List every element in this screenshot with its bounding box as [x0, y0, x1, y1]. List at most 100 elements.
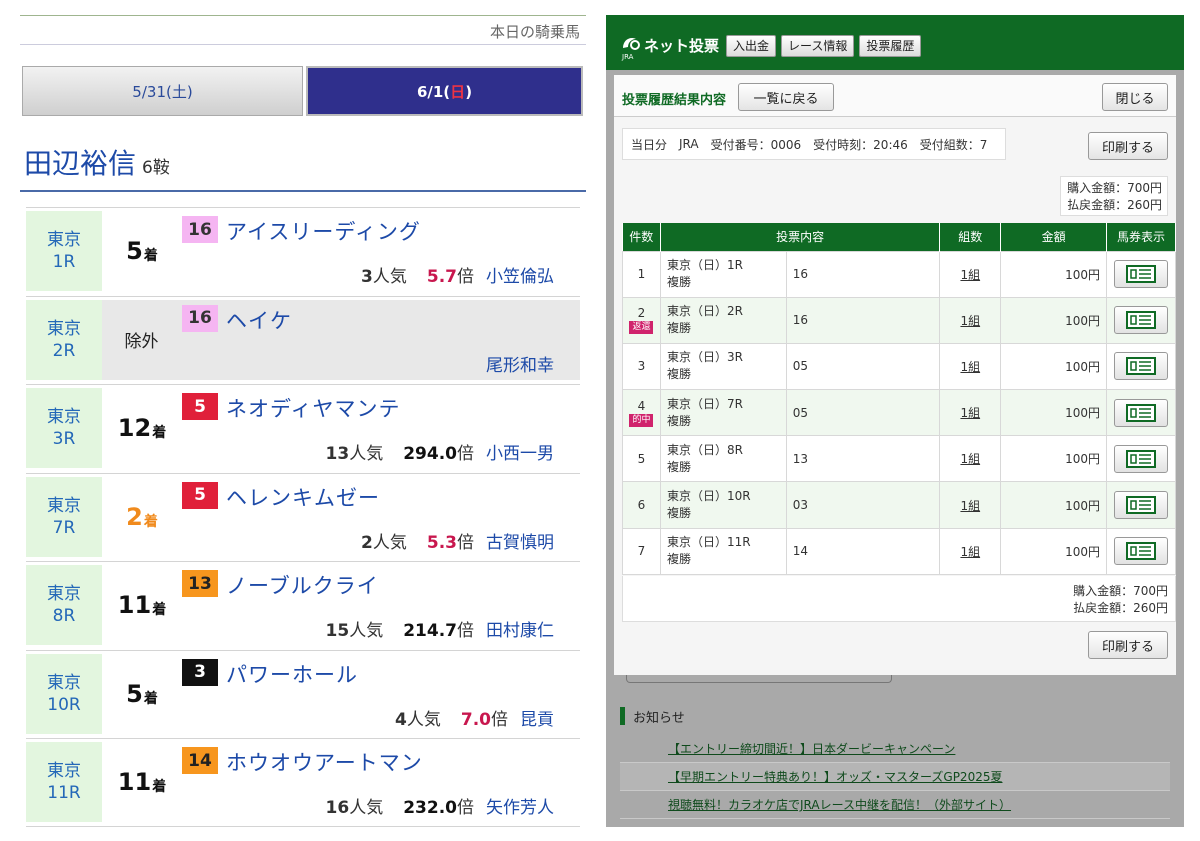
news-mark [620, 707, 625, 725]
info-day: 当日分 [631, 137, 668, 152]
popularity: 4人気 [395, 709, 441, 730]
table-row: 6 東京（日）10R 複勝 03 1組 100円 [622, 481, 1177, 529]
horse-name[interactable]: アイスリーディング [226, 216, 421, 246]
race-row[interactable]: 東京 11R 11 着 14 ホウオウアートマン 16人気 232.0倍 矢作芳人 [26, 738, 580, 827]
row-number: 7 [622, 527, 661, 575]
back-to-list-button[interactable]: 一覧に戻る [738, 83, 834, 111]
ticket-view-button[interactable] [1113, 352, 1168, 381]
bet-amount: 100円 [1000, 296, 1107, 344]
race-result: 11 着 [102, 565, 182, 645]
bet-race: 東京（日）1R 複勝 [659, 250, 787, 298]
horse-name[interactable]: ネオディヤマンテ [226, 393, 401, 423]
top-bar: JRA ネット投票 入出金 レース情報 投票履歴 [606, 15, 1184, 70]
trainer-name[interactable]: 尾形和幸 [486, 351, 554, 376]
horse-name[interactable]: パワーホール [226, 659, 358, 689]
ticket-view-button[interactable] [1113, 491, 1168, 520]
race-row[interactable]: 東京 8R 11 着 13 ノーブルクライ 15人気 214.7倍 田村康仁 [26, 561, 580, 650]
bet-type: 複勝 [666, 275, 691, 290]
trainer-name[interactable]: 古賀慎明 [486, 528, 554, 553]
race-stats: 尾形和幸 [454, 351, 554, 376]
bet-race: 東京（日）2R 複勝 [659, 296, 787, 344]
trainer-name[interactable]: 田村康仁 [486, 616, 554, 641]
ticket-view-button[interactable] [1113, 444, 1168, 473]
bet-kumi-link[interactable]: 1組 [939, 481, 1002, 529]
bet-kumi-link[interactable]: 1組 [939, 296, 1002, 344]
tab-deposit[interactable]: 入出金 [726, 35, 777, 57]
refund-amount: 払戻金額：260円 [1067, 198, 1162, 212]
race-label[interactable]: 東京 8R [26, 565, 102, 645]
horse-name[interactable]: ヘレンキムゼー [226, 482, 380, 512]
print-button-bottom[interactable]: 印刷する [1088, 631, 1168, 659]
race-number: 10R [47, 694, 81, 715]
race-row[interactable]: 東京 3R 12 着 5 ネオディヤマンテ 13人気 294.0倍 小西一男 [26, 384, 580, 473]
info-org: JRA [679, 137, 699, 151]
table-row: 4 的中 東京（日）7R 複勝 05 1組 100円 [622, 389, 1177, 437]
amount-summary-top: 購入金額：700円 払戻金額：260円 [1060, 176, 1168, 216]
race-label[interactable]: 東京 11R [26, 742, 102, 822]
ticket-cell [1105, 250, 1177, 298]
bet-type: 複勝 [666, 321, 691, 336]
trainer-name[interactable]: 小笠倫弘 [486, 262, 554, 287]
col-count: 件数 [622, 223, 661, 251]
news-link[interactable]: 【エントリー締切間近！】日本ダービーキャンペーン [620, 735, 1170, 763]
ticket-view-button[interactable] [1113, 260, 1168, 289]
tab-date-sat[interactable]: 5/31(土) [22, 66, 303, 116]
odds: 5.3倍 [426, 532, 474, 553]
popularity: 3人気 [361, 267, 407, 287]
row-number: 5 [622, 435, 661, 483]
modal-title: 投票履歴結果内容 [622, 93, 727, 108]
bet-amount: 100円 [1000, 435, 1107, 483]
col-kumi: 組数 [939, 223, 1002, 251]
race-stats: 4人気 7.0倍 昆貢 [395, 705, 554, 730]
bet-type: 複勝 [666, 459, 691, 474]
horse-name[interactable]: ホウオウアートマン [226, 747, 423, 777]
horse-name[interactable]: ノーブルクライ [226, 570, 379, 600]
race-row[interactable]: 東京 2R 除外 16 ヘイケ 尾形和幸 [26, 295, 580, 385]
bet-numbers: 13 [785, 435, 941, 483]
race-label[interactable]: 東京 10R [26, 653, 102, 734]
print-button-top[interactable]: 印刷する [1088, 132, 1168, 160]
bet-kumi-link[interactable]: 1組 [939, 389, 1002, 437]
odds: 7.0倍 [460, 709, 508, 730]
news-link[interactable]: 視聴無料！カラオケ店でJRAレース中継を配信！（外部サイト） [620, 791, 1170, 819]
race-label[interactable]: 東京 3R [26, 388, 102, 468]
bet-race-name: 東京（日）3R [666, 350, 743, 365]
horse-number-badge: 14 [182, 747, 218, 774]
race-venue: 東京 [47, 407, 81, 427]
finish-place: 除外 [124, 332, 159, 352]
race-venue: 東京 [47, 230, 81, 250]
race-label[interactable]: 東京 2R [26, 299, 102, 380]
race-label[interactable]: 東京 7R [26, 476, 102, 557]
race-row[interactable]: 東京 7R 2着 5 ヘレンキムゼー 2人気 5.3倍 古賀慎明 [26, 472, 580, 562]
race-row[interactable]: 東京 1R 5着 16 アイスリーディング 3人気 5.7倍 小笠倫弘 [26, 207, 580, 296]
bet-kumi-link[interactable]: 1組 [939, 527, 1002, 575]
trainer-name[interactable]: 昆貢 [520, 705, 554, 730]
bet-kumi-link[interactable]: 1組 [939, 435, 1002, 483]
row-number: 1 [622, 250, 661, 298]
trainer-name[interactable]: 矢作芳人 [486, 793, 554, 818]
tab-date-sun-label: 6/1(日) [416, 82, 473, 101]
bet-amount: 100円 [1000, 389, 1107, 437]
bet-kumi-link[interactable]: 1組 [939, 342, 1002, 391]
trainer-name[interactable]: 小西一男 [486, 439, 554, 464]
race-info: 16 アイスリーディング 3人気 5.7倍 小笠倫弘 [182, 211, 580, 291]
close-button[interactable]: 閉じる [1102, 83, 1168, 111]
horse-name[interactable]: ヘイケ [226, 305, 292, 335]
bet-race-name: 東京（日）7R [666, 396, 743, 411]
date-tabs: 5/31(土) 6/1(日) [22, 66, 583, 116]
purchase-amount: 購入金額：700円 [1067, 181, 1162, 195]
ticket-view-button[interactable] [1113, 306, 1168, 335]
tab-race-info[interactable]: レース情報 [781, 35, 855, 57]
race-row[interactable]: 東京 10R 5着 3 パワーホール 4人気 7.0倍 昆貢 [26, 649, 580, 739]
ride-count: 6鞍 [142, 158, 170, 178]
popularity: 13人気 [325, 444, 384, 464]
ticket-view-button[interactable] [1113, 398, 1168, 427]
odds: 294.0倍 [403, 444, 474, 464]
bet-kumi-link[interactable]: 1組 [939, 250, 1002, 298]
race-label[interactable]: 東京 1R [26, 211, 102, 291]
tab-date-sun[interactable]: 6/1(日) [306, 66, 583, 116]
ticket-view-button[interactable] [1113, 537, 1168, 566]
tab-history[interactable]: 投票履歴 [859, 35, 922, 57]
news-header: お知らせ [620, 703, 1170, 729]
news-link[interactable]: 【早期エントリー特典あり！】オッズ・マスターズGP2025夏 [620, 763, 1170, 791]
